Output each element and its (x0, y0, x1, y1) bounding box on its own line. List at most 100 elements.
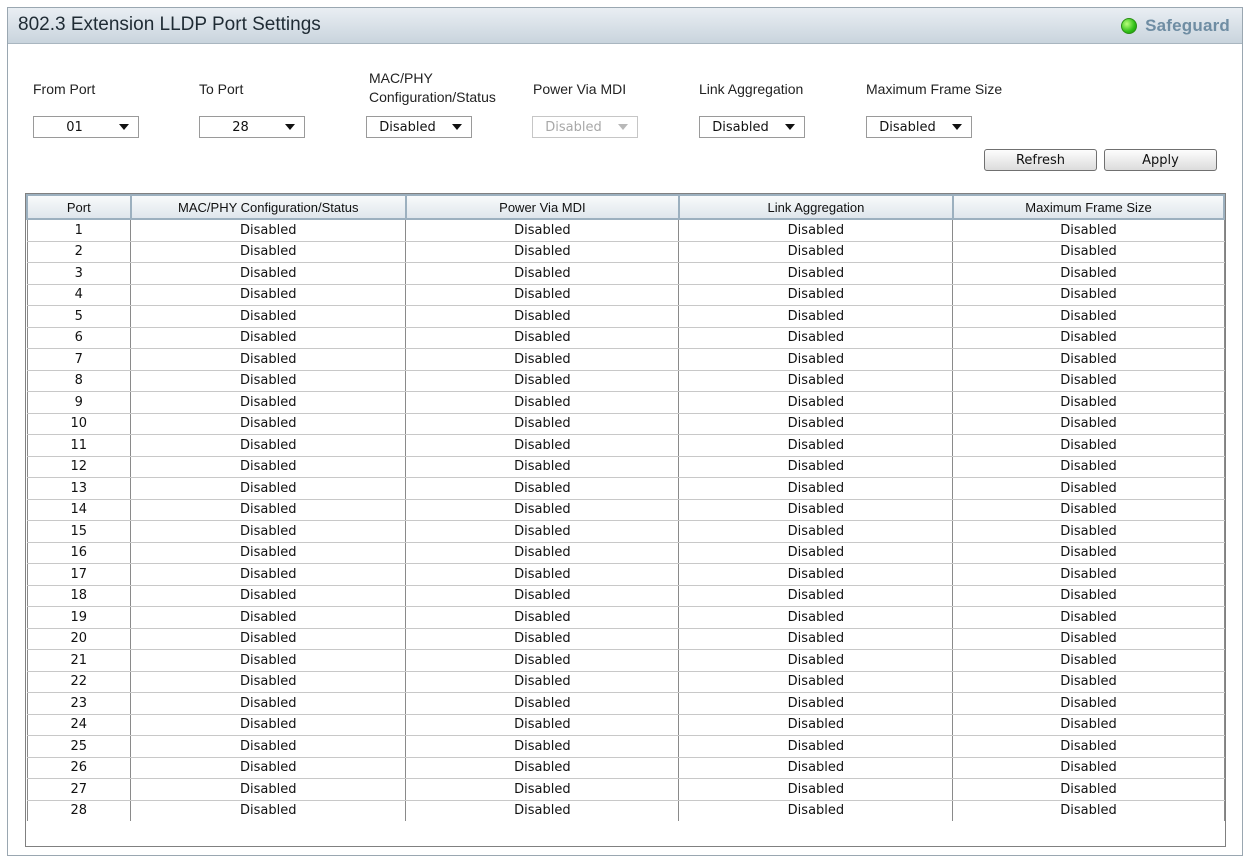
cell-power-via-mdi: Disabled (405, 649, 680, 672)
cell-power-via-mdi: Disabled (405, 714, 680, 736)
cell-mac-phy: Disabled (130, 499, 407, 521)
mac-phy-label-line2: Configuration/Status (369, 89, 496, 105)
cell-power-via-mdi: Disabled (405, 327, 680, 349)
cell-max-frame-size: Disabled (952, 219, 1225, 242)
to-port-select[interactable]: 28 (199, 116, 305, 138)
cell-mac-phy: Disabled (130, 391, 407, 414)
column-header-link-aggregation: Link Aggregation (677, 194, 954, 220)
cell-max-frame-size: Disabled (952, 284, 1225, 306)
table-row: 21 Disabled Disabled Disabled Disabled (26, 649, 1225, 672)
max-frame-size-value: Disabled (879, 119, 936, 135)
chevron-down-icon (618, 124, 628, 130)
cell-mac-phy: Disabled (130, 219, 407, 242)
cell-mac-phy: Disabled (130, 628, 407, 650)
max-frame-size-select[interactable]: Disabled (866, 116, 972, 138)
safeguard-indicator[interactable]: Safeguard (1121, 16, 1230, 36)
table-row: 28 Disabled Disabled Disabled Disabled (26, 800, 1225, 821)
cell-port: 27 (26, 778, 132, 801)
cell-max-frame-size: Disabled (952, 649, 1225, 672)
table-row: 25 Disabled Disabled Disabled Disabled (26, 735, 1225, 758)
table-row: 4 Disabled Disabled Disabled Disabled (26, 284, 1225, 306)
power-via-mdi-value: Disabled (545, 119, 602, 135)
power-via-mdi-label: Power Via MDI (533, 81, 627, 97)
link-aggregation-label: Link Aggregation (699, 81, 804, 97)
cell-power-via-mdi: Disabled (405, 348, 680, 371)
apply-button[interactable]: Apply (1104, 149, 1217, 171)
cell-link-aggregation: Disabled (678, 262, 954, 285)
cell-power-via-mdi: Disabled (405, 800, 680, 821)
cell-power-via-mdi: Disabled (405, 628, 680, 650)
cell-port: 25 (26, 735, 132, 758)
cell-port: 16 (26, 542, 132, 564)
cell-mac-phy: Disabled (130, 606, 407, 629)
cell-port: 13 (26, 477, 132, 500)
table-row: 11 Disabled Disabled Disabled Disabled (26, 434, 1225, 457)
to-port-value: 28 (232, 119, 249, 135)
mac-phy-select[interactable]: Disabled (366, 116, 472, 138)
link-aggregation-value: Disabled (712, 119, 769, 135)
cell-link-aggregation: Disabled (678, 327, 954, 349)
link-aggregation-select[interactable]: Disabled (699, 116, 805, 138)
cell-link-aggregation: Disabled (678, 649, 954, 672)
cell-max-frame-size: Disabled (952, 477, 1225, 500)
cell-power-via-mdi: Disabled (405, 778, 680, 801)
cell-mac-phy: Disabled (130, 714, 407, 736)
table-row: 17 Disabled Disabled Disabled Disabled (26, 563, 1225, 586)
cell-link-aggregation: Disabled (678, 714, 954, 736)
cell-max-frame-size: Disabled (952, 327, 1225, 349)
table-row: 12 Disabled Disabled Disabled Disabled (26, 456, 1225, 478)
cell-max-frame-size: Disabled (952, 348, 1225, 371)
table-row: 10 Disabled Disabled Disabled Disabled (26, 413, 1225, 435)
cell-mac-phy: Disabled (130, 241, 407, 263)
cell-max-frame-size: Disabled (952, 692, 1225, 715)
cell-link-aggregation: Disabled (678, 606, 954, 629)
cell-link-aggregation: Disabled (678, 348, 954, 371)
cell-power-via-mdi: Disabled (405, 585, 680, 607)
cell-power-via-mdi: Disabled (405, 434, 680, 457)
cell-mac-phy: Disabled (130, 348, 407, 371)
cell-link-aggregation: Disabled (678, 284, 954, 306)
table-row: 7 Disabled Disabled Disabled Disabled (26, 348, 1225, 371)
table-row: 24 Disabled Disabled Disabled Disabled (26, 714, 1225, 736)
table-row: 16 Disabled Disabled Disabled Disabled (26, 542, 1225, 564)
cell-max-frame-size: Disabled (952, 628, 1225, 650)
from-port-select[interactable]: 01 (33, 116, 139, 138)
cell-port: 12 (26, 456, 132, 478)
cell-max-frame-size: Disabled (952, 778, 1225, 801)
cell-mac-phy: Disabled (130, 649, 407, 672)
cell-mac-phy: Disabled (130, 520, 407, 543)
cell-port: 11 (26, 434, 132, 457)
cell-max-frame-size: Disabled (952, 757, 1225, 779)
cell-max-frame-size: Disabled (952, 241, 1225, 263)
cell-max-frame-size: Disabled (952, 456, 1225, 478)
cell-max-frame-size: Disabled (952, 413, 1225, 435)
cell-port: 15 (26, 520, 132, 543)
cell-link-aggregation: Disabled (678, 778, 954, 801)
cell-port: 8 (26, 370, 132, 392)
cell-max-frame-size: Disabled (952, 563, 1225, 586)
cell-max-frame-size: Disabled (952, 585, 1225, 607)
cell-link-aggregation: Disabled (678, 628, 954, 650)
cell-port: 2 (26, 241, 132, 263)
cell-power-via-mdi: Disabled (405, 370, 680, 392)
cell-max-frame-size: Disabled (952, 434, 1225, 457)
cell-port: 10 (26, 413, 132, 435)
cell-power-via-mdi: Disabled (405, 391, 680, 414)
cell-port: 7 (26, 348, 132, 371)
cell-power-via-mdi: Disabled (405, 262, 680, 285)
cell-port: 19 (26, 606, 132, 629)
cell-port: 17 (26, 563, 132, 586)
cell-link-aggregation: Disabled (678, 241, 954, 263)
cell-mac-phy: Disabled (130, 370, 407, 392)
chevron-down-icon (952, 124, 962, 130)
cell-port: 4 (26, 284, 132, 306)
column-header-power-via-mdi: Power Via MDI (404, 194, 680, 220)
cell-power-via-mdi: Disabled (405, 757, 680, 779)
column-header-port: Port (26, 194, 132, 220)
refresh-button[interactable]: Refresh (984, 149, 1097, 171)
table-row: 3 Disabled Disabled Disabled Disabled (26, 262, 1225, 285)
cell-link-aggregation: Disabled (678, 499, 954, 521)
table-row: 13 Disabled Disabled Disabled Disabled (26, 477, 1225, 500)
cell-link-aggregation: Disabled (678, 413, 954, 435)
cell-link-aggregation: Disabled (678, 542, 954, 564)
